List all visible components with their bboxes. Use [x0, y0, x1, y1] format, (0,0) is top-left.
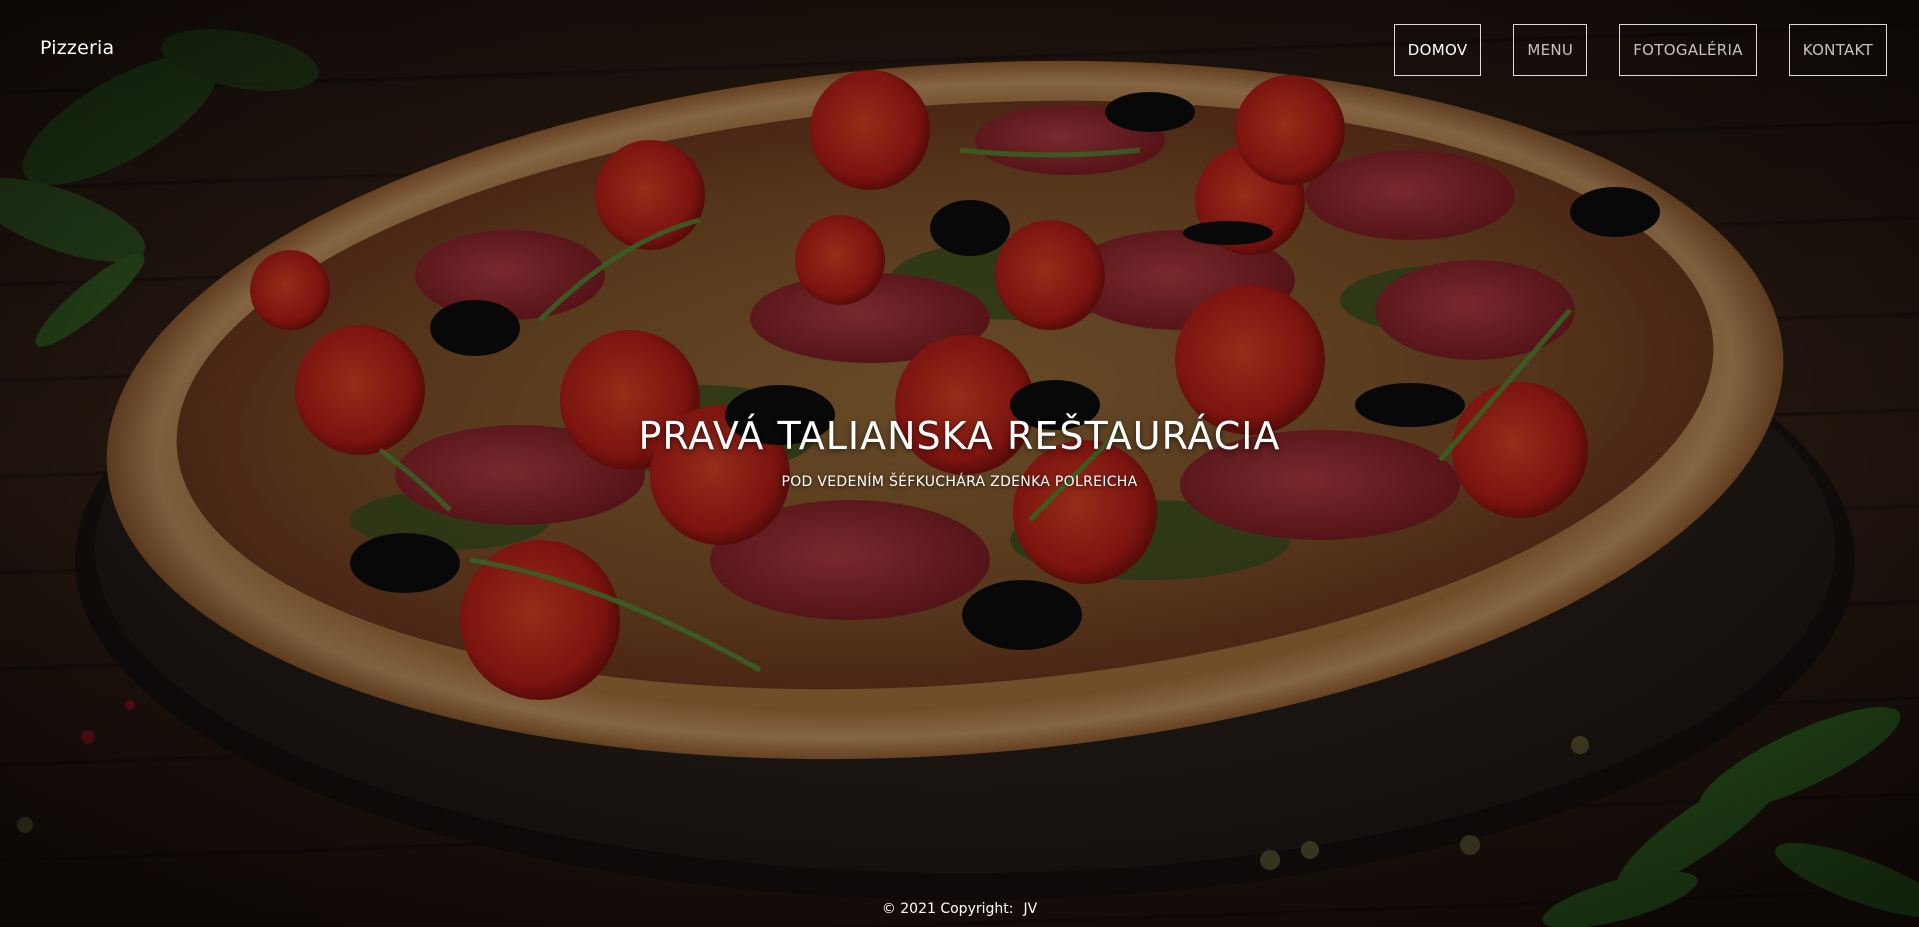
- footer: © 2021 Copyright: JV: [0, 901, 1919, 917]
- nav-item-kontakt[interactable]: KONTAKT: [1788, 24, 1887, 76]
- hero-subtitle: POD VEDENÍM ŠÉFKUCHÁRA ZDENKA POLREICHA: [781, 474, 1138, 490]
- brand-logo[interactable]: Pizzeria: [40, 37, 114, 59]
- footer-author: JV: [1023, 901, 1038, 917]
- nav-item-domov[interactable]: DOMOV: [1393, 24, 1482, 76]
- main-navigation: DOMOV MENU FOTOGALÉRIA KONTAKT: [1393, 24, 1887, 76]
- nav-item-fotogaleria[interactable]: FOTOGALÉRIA: [1619, 24, 1757, 76]
- hero-section: Pizzeria DOMOV MENU FOTOGALÉRIA KONTAKT …: [0, 0, 1919, 927]
- hero-title: PRAVÁ TALIANSKA REŠTAURÁCIA: [638, 414, 1281, 458]
- pizza-photo: [0, 0, 1919, 927]
- nav-item-menu[interactable]: MENU: [1513, 24, 1588, 76]
- footer-copyright: © 2021 Copyright:: [881, 901, 1014, 917]
